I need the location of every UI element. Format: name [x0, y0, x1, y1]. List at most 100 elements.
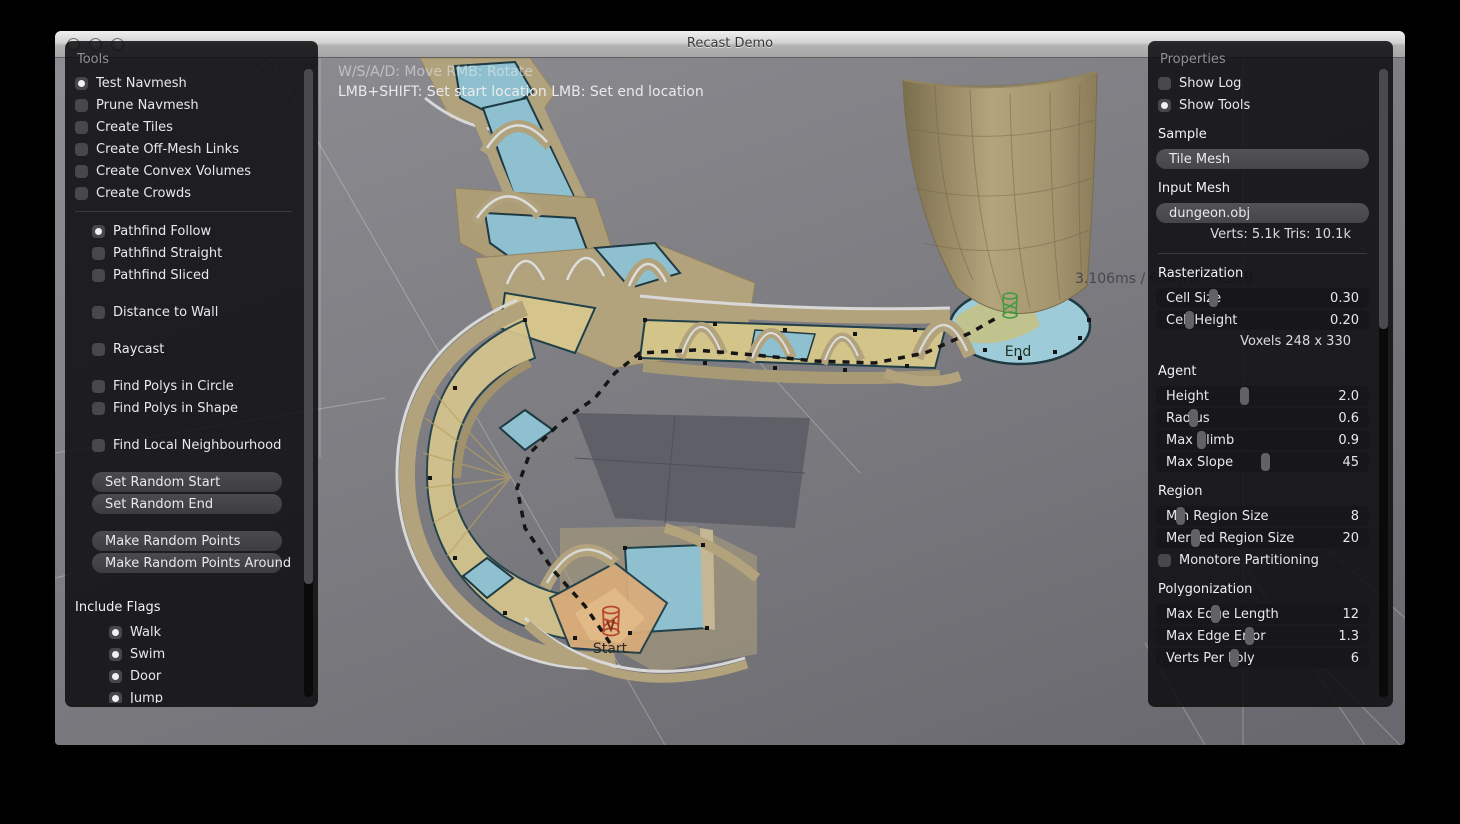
slider-row[interactable]: Height 2.0 — [1156, 386, 1369, 406]
tools-scrollbar[interactable] — [304, 69, 313, 697]
checkbox-row[interactable]: Test Navmesh — [65, 73, 302, 93]
spacer — [65, 324, 302, 337]
spacer — [65, 420, 302, 433]
tools-scrollbar-thumb[interactable] — [304, 69, 313, 584]
tool-button[interactable]: Set Random End — [92, 494, 282, 514]
checkbox-row[interactable]: Door — [65, 666, 302, 686]
spacer — [65, 516, 302, 529]
checkbox-row[interactable]: Find Polys in Circle — [65, 376, 302, 396]
checkbox-icon — [75, 187, 88, 200]
checkbox-icon — [75, 77, 88, 90]
checkbox-icon — [1158, 554, 1171, 567]
slider-thumb[interactable] — [1261, 453, 1270, 471]
checkbox-row[interactable]: Show Tools — [1148, 95, 1377, 115]
checkbox-label: Door — [130, 669, 161, 684]
select-button[interactable]: dungeon.obj — [1156, 203, 1369, 223]
slider-thumb[interactable] — [1189, 409, 1198, 427]
checkbox-icon — [92, 225, 105, 238]
checkbox-row[interactable]: Create Convex Volumes — [65, 161, 302, 181]
checkbox-row[interactable]: Swim — [65, 644, 302, 664]
slider-label: Verts Per Poly — [1166, 651, 1255, 666]
slider-thumb[interactable] — [1191, 529, 1200, 547]
help-line-2: LMB+SHIFT: Set start location LMB: Set e… — [338, 82, 704, 102]
spacer — [65, 575, 302, 588]
checkbox-row[interactable]: Prune Navmesh — [65, 95, 302, 115]
slider-thumb[interactable] — [1240, 387, 1249, 405]
tools-panel: Tools Test Navmesh Prune Navmesh Create … — [65, 41, 318, 707]
checkbox-row[interactable]: Jump — [65, 688, 302, 703]
checkbox-label: Create Convex Volumes — [96, 164, 251, 179]
checkbox-icon — [92, 269, 105, 282]
slider-row[interactable]: Verts Per Poly 6 — [1156, 648, 1369, 668]
slider-row[interactable]: Radius 0.6 — [1156, 408, 1369, 428]
end-label: End — [983, 344, 1053, 360]
checkbox-row[interactable]: Find Local Neighbourhood — [65, 435, 302, 455]
checkbox-label: Show Log — [1179, 76, 1241, 91]
slider-value: 8 — [1351, 509, 1359, 524]
tool-button[interactable]: Make Random Points Around — [92, 553, 282, 573]
slider-row[interactable]: Max Edge Length 12 — [1156, 604, 1369, 624]
info-text: Verts: 5.1k Tris: 10.1k — [1148, 225, 1377, 245]
checkbox-row[interactable]: Create Off-Mesh Links — [65, 139, 302, 159]
button-label: Set Random Start — [105, 475, 220, 490]
checkbox-row[interactable]: Find Polys in Shape — [65, 398, 302, 418]
slider-row[interactable]: Max Slope 45 — [1156, 452, 1369, 472]
slider-thumb[interactable] — [1245, 627, 1254, 645]
checkbox-row[interactable]: Distance to Wall — [65, 302, 302, 322]
select-button[interactable]: Tile Mesh — [1156, 149, 1369, 169]
dungeon-mesh — [397, 58, 1097, 678]
checkbox-label: Distance to Wall — [113, 305, 218, 320]
slider-label: Height — [1166, 389, 1209, 404]
checkbox-label: Create Crowds — [96, 186, 191, 201]
checkbox-icon — [75, 165, 88, 178]
slider-row[interactable]: Max Climb 0.9 — [1156, 430, 1369, 450]
slider-value: 0.30 — [1330, 291, 1359, 306]
checkbox-label: Swim — [130, 647, 165, 662]
checkbox-row[interactable]: Monotore Partitioning — [1148, 550, 1377, 570]
tool-button[interactable]: Make Random Points — [92, 531, 282, 551]
slider-value: 20 — [1342, 531, 1359, 546]
properties-scrollbar[interactable] — [1379, 69, 1388, 697]
checkbox-label: Jump — [130, 691, 163, 704]
checkbox-row[interactable]: Walk — [65, 622, 302, 642]
slider-row[interactable]: Cell Height 0.20 — [1156, 310, 1369, 330]
spacer — [65, 457, 302, 470]
slider-thumb[interactable] — [1209, 289, 1218, 307]
slider-thumb[interactable] — [1197, 431, 1206, 449]
checkbox-icon — [75, 99, 88, 112]
select-label: dungeon.obj — [1169, 206, 1250, 221]
checkbox-row[interactable]: Show Log — [1148, 73, 1377, 93]
checkbox-label: Show Tools — [1179, 98, 1250, 113]
checkbox-icon — [109, 670, 122, 683]
checkbox-icon — [75, 143, 88, 156]
slider-row[interactable]: Cell Size 0.30 — [1156, 288, 1369, 308]
slider-thumb[interactable] — [1176, 507, 1185, 525]
checkbox-row[interactable]: Pathfind Straight — [65, 243, 302, 263]
section-heading: Sample — [1148, 127, 1377, 144]
slider-row[interactable]: Min Region Size 8 — [1156, 506, 1369, 526]
checkbox-label: Create Off-Mesh Links — [96, 142, 239, 157]
checkbox-row[interactable]: Create Tiles — [65, 117, 302, 137]
tool-button[interactable]: Set Random Start — [92, 472, 282, 492]
info-text: Voxels 248 x 330 — [1148, 332, 1377, 352]
checkbox-icon — [75, 121, 88, 134]
checkbox-row[interactable]: Create Crowds — [65, 183, 302, 203]
slider-row[interactable]: Max Edge Error 1.3 — [1156, 626, 1369, 646]
slider-thumb[interactable] — [1230, 649, 1239, 667]
button-label: Set Random End — [105, 497, 213, 512]
help-line-1: W/S/A/D: Move RMB: Rotate — [338, 62, 704, 82]
checkbox-row[interactable]: Pathfind Sliced — [65, 265, 302, 285]
slider-thumb[interactable] — [1211, 605, 1220, 623]
separator — [75, 211, 292, 212]
properties-scrollbar-thumb[interactable] — [1379, 69, 1388, 329]
checkbox-row[interactable]: Raycast — [65, 339, 302, 359]
slider-thumb[interactable] — [1185, 311, 1194, 329]
slider-row[interactable]: Merged Region Size 20 — [1156, 528, 1369, 548]
checkbox-icon — [92, 343, 105, 356]
section-heading: Agent — [1148, 364, 1377, 381]
checkbox-icon — [92, 380, 105, 393]
checkbox-row[interactable]: Pathfind Follow — [65, 221, 302, 241]
slider-label: Max Edge Length — [1166, 607, 1279, 622]
spacer — [65, 361, 302, 374]
checkbox-icon — [92, 402, 105, 415]
